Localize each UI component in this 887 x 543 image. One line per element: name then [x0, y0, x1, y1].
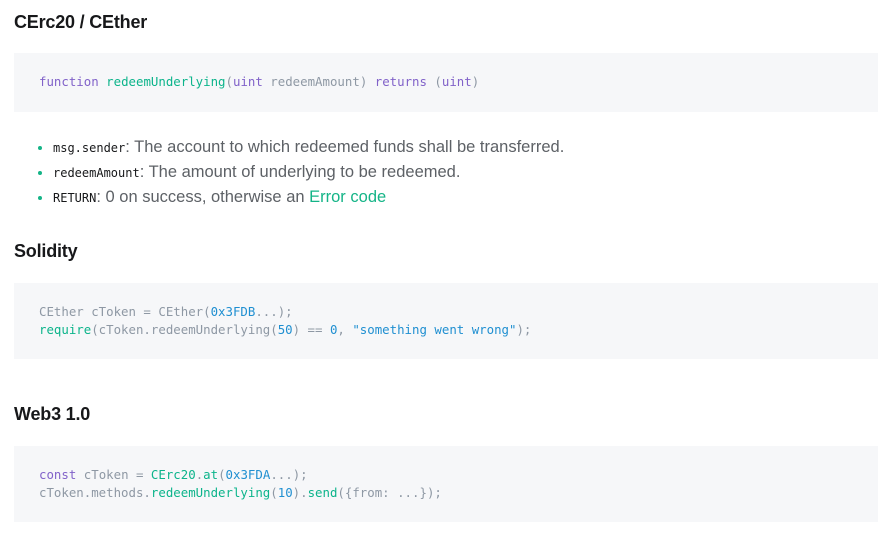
code-class-name: CErc20	[150, 467, 196, 482]
code-token: cToken =	[76, 467, 151, 482]
code-token: ...);	[270, 467, 308, 482]
code-type: uint	[232, 74, 263, 89]
list-item-return: RETURN: 0 on success, otherwise an Error…	[38, 186, 564, 211]
code-token: ,	[337, 322, 353, 337]
parameter-list: msg.sender: The account to which redeeme…	[38, 136, 564, 211]
code-line: const cToken = CErc20.at(0x3FDA...);	[39, 467, 308, 482]
code-block-web3: const cToken = CErc20.at(0x3FDA...); cTo…	[14, 446, 878, 522]
param-code: RETURN	[53, 191, 97, 205]
section-heading-web3: Web3 1.0	[14, 404, 91, 424]
error-code-link[interactable]: Error code	[309, 188, 386, 206]
code-number: 0x3FDA	[225, 467, 271, 482]
code-block-function-signature: function redeemUnderlying(uint redeemAmo…	[14, 53, 878, 112]
param-description: : The amount of underlying to be redeeme…	[139, 163, 461, 181]
code-token: )	[471, 74, 480, 89]
code-token: (	[270, 485, 278, 500]
section-heading-solidity: Solidity	[14, 241, 78, 261]
code-token: );	[516, 322, 532, 337]
list-item-msg-sender: msg.sender: The account to which redeeme…	[38, 136, 564, 161]
code-token: ).	[292, 485, 308, 500]
param-description: : The account to which redeemed funds sh…	[125, 138, 565, 156]
code-token: (	[426, 74, 442, 89]
bullet-icon	[38, 146, 42, 150]
code-number: 10	[277, 485, 293, 500]
code-token: ({from: ...});	[337, 485, 442, 500]
code-param-name: redeemAmount	[262, 74, 360, 89]
code-function-name: redeemUnderlying	[150, 485, 271, 500]
code-type: uint	[441, 74, 472, 89]
code-token: cToken.methods.	[39, 485, 151, 500]
code-keyword: function	[39, 74, 99, 89]
code-keyword: returns	[374, 74, 427, 89]
code-number: 50	[277, 322, 293, 337]
code-token: (cToken.redeemUnderlying(	[91, 322, 278, 337]
code-token: CEther cToken = CEther(	[39, 304, 211, 319]
bullet-icon	[38, 171, 42, 175]
param-code: msg.sender	[53, 141, 126, 155]
list-item-text: redeemAmount: The amount of underlying t…	[40, 163, 460, 181]
code-line: CEther cToken = CEther(0x3FDB...);	[39, 304, 293, 319]
code-number: 0x3FDB	[210, 304, 256, 319]
code-function-name: redeemUnderlying	[106, 74, 226, 89]
section-heading-cerc20-cether: CErc20 / CEther	[14, 12, 148, 32]
code-line: require(cToken.redeemUnderlying(50) == 0…	[39, 322, 531, 337]
code-token: )	[359, 74, 375, 89]
code-function-name: send	[307, 485, 338, 500]
code-string: "something went wrong"	[352, 322, 517, 337]
param-description: : 0 on success, otherwise an	[96, 188, 310, 206]
code-line: cToken.methods.redeemUnderlying(10).send…	[39, 485, 442, 500]
list-item-text: RETURN: 0 on success, otherwise an Error…	[40, 188, 386, 206]
code-function-name: at	[203, 467, 219, 482]
code-token: ...);	[255, 304, 293, 319]
list-item-text: msg.sender: The account to which redeeme…	[40, 138, 564, 156]
param-code: redeemAmount	[53, 166, 140, 180]
code-token: (	[218, 467, 226, 482]
code-keyword: const	[39, 467, 77, 482]
bullet-icon	[38, 196, 42, 200]
code-block-solidity: CEther cToken = CEther(0x3FDB...); requi…	[14, 283, 878, 359]
code-function-name: require	[39, 322, 92, 337]
code-token: ) ==	[292, 322, 330, 337]
list-item-redeem-amount: redeemAmount: The amount of underlying t…	[38, 161, 564, 186]
code-token: (	[225, 74, 233, 89]
